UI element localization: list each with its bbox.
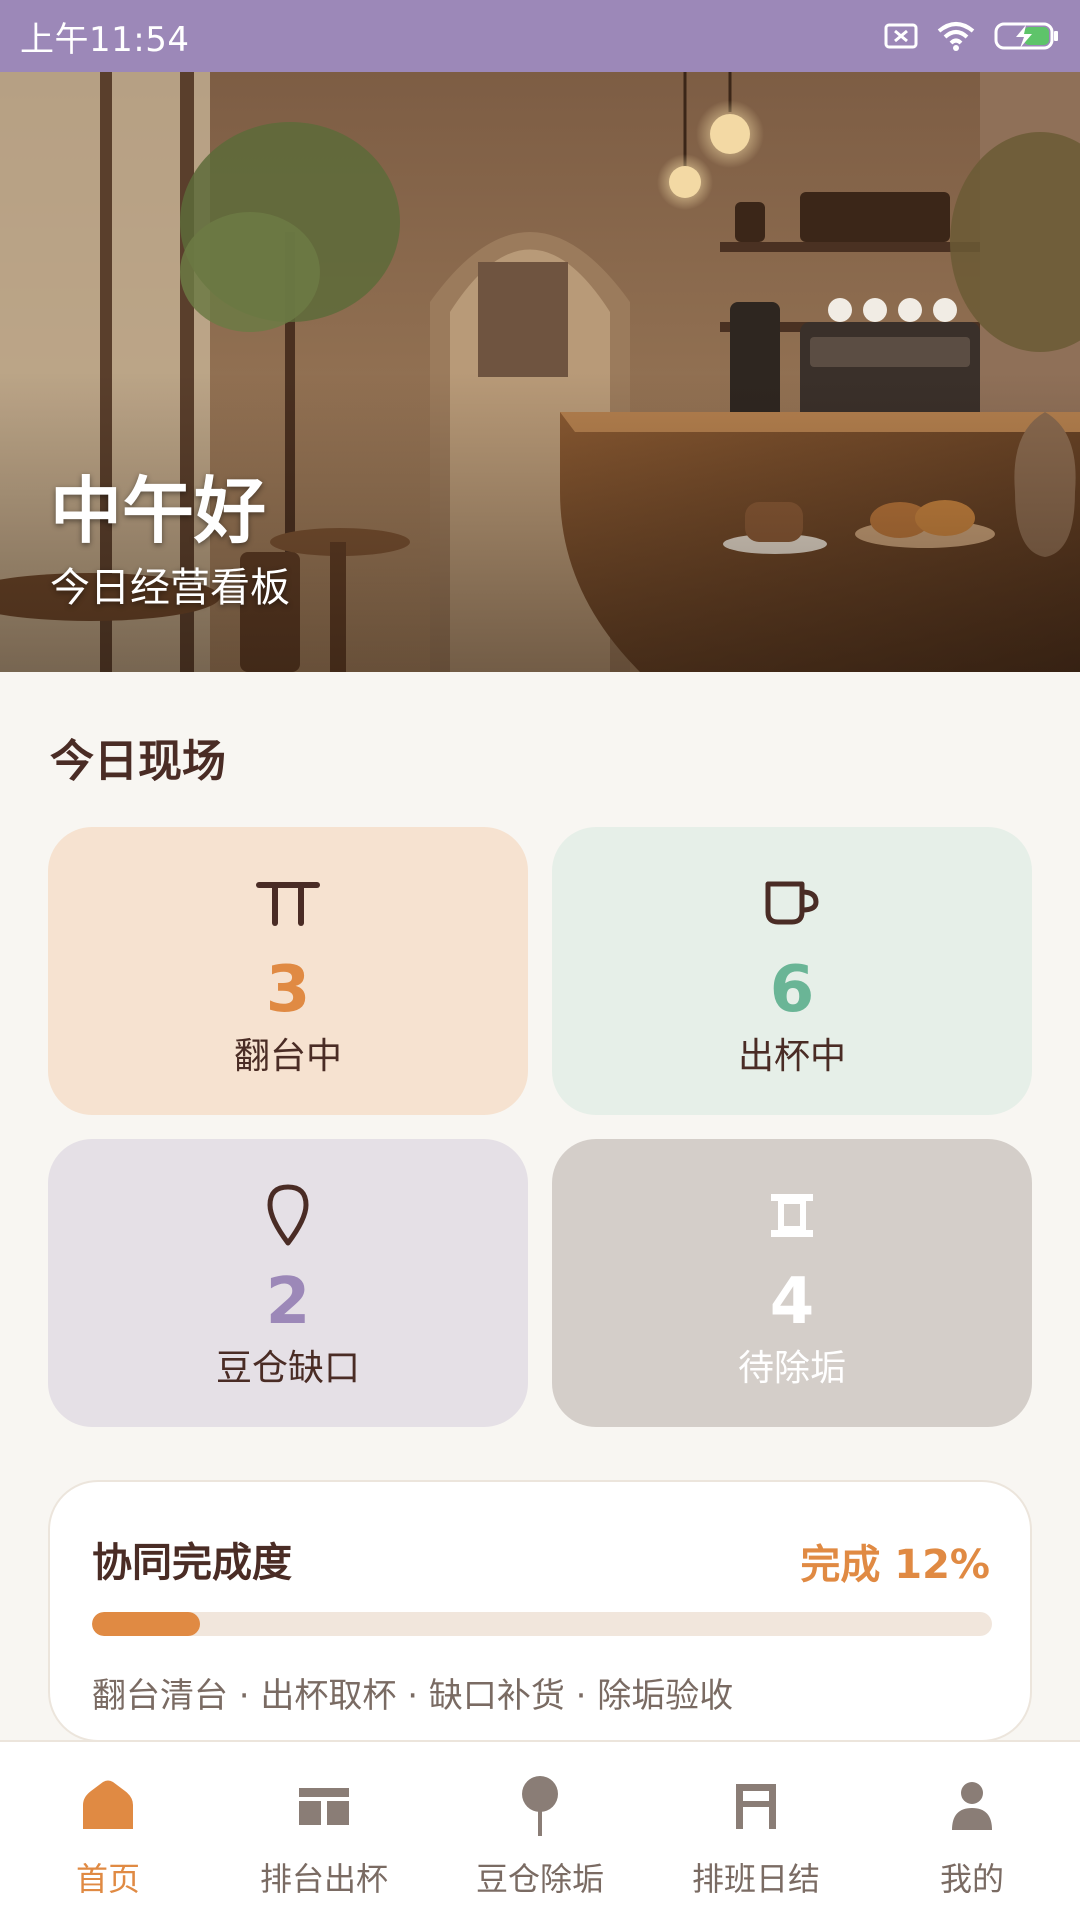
status-bar: 上午11:54 [0, 0, 1080, 72]
cup-icon [762, 873, 822, 933]
nav-label: 我的 [939, 1860, 1004, 1898]
nav-item-beans-descale[interactable]: 豆仓除垢 [432, 1742, 648, 1920]
tile-table-turnover[interactable]: 3 翻台中 [48, 827, 528, 1115]
progress-steps: 翻台清台 · 出杯取杯 · 缺口补货 · 除垢验收 [92, 1676, 734, 1716]
wifi-icon [936, 21, 976, 51]
descale-icon [767, 1185, 817, 1245]
status-icons [884, 21, 1060, 51]
table-icon [255, 873, 321, 933]
tile-label: 翻台中 [233, 1036, 342, 1077]
tile-value: 2 [265, 1265, 311, 1339]
bean-icon [520, 1774, 560, 1838]
nav-label: 豆仓除垢 [475, 1860, 604, 1898]
progress-bar [92, 1612, 992, 1636]
progress-bar-fill [92, 1612, 200, 1636]
bean-icon [266, 1184, 310, 1246]
tile-label: 待除垢 [737, 1348, 846, 1389]
table-cup-icon [297, 1774, 351, 1838]
sim-off-icon [884, 23, 918, 49]
home-icon [79, 1774, 137, 1838]
bottom-navigation: 首页 排台出杯 豆仓除垢 排班日结 我的 [0, 1740, 1080, 1920]
tile-descale-pending[interactable]: 4 待除垢 [552, 1139, 1032, 1427]
tile-value: 6 [769, 953, 815, 1027]
tile-value: 4 [769, 1265, 815, 1339]
tile-label: 出杯中 [737, 1036, 846, 1077]
status-time: 上午11:54 [20, 19, 190, 60]
tile-cups-serving[interactable]: 6 出杯中 [552, 827, 1032, 1115]
dashboard-subtitle: 今日经营看板 [50, 565, 290, 611]
tile-label: 豆仓缺口 [215, 1348, 360, 1389]
battery-charging-icon [994, 21, 1060, 51]
user-icon [950, 1774, 994, 1838]
nav-label: 排台出杯 [259, 1860, 388, 1898]
nav-item-schedule[interactable]: 排班日结 [648, 1742, 864, 1920]
section-title-today: 今日现场 [50, 736, 226, 787]
hero-banner: 中午好 今日经营看板 [0, 72, 1080, 672]
nav-item-profile[interactable]: 我的 [864, 1742, 1080, 1920]
greeting-title: 中午好 [50, 469, 267, 553]
tile-bean-shortage[interactable]: 2 豆仓缺口 [48, 1139, 528, 1427]
nav-label: 排班日结 [691, 1860, 820, 1898]
nav-label: 首页 [75, 1860, 140, 1898]
progress-title: 协同完成度 [92, 1540, 292, 1586]
nav-item-home[interactable]: 首页 [0, 1742, 216, 1920]
collaboration-progress-card[interactable]: 协同完成度 完成 12% 翻台清台 · 出杯取杯 · 缺口补货 · 除垢验收 [48, 1480, 1032, 1742]
schedule-icon [732, 1774, 780, 1838]
nav-item-tables-cups[interactable]: 排台出杯 [216, 1742, 432, 1920]
progress-percent: 完成 12% [800, 1542, 990, 1588]
tile-value: 3 [265, 953, 311, 1027]
